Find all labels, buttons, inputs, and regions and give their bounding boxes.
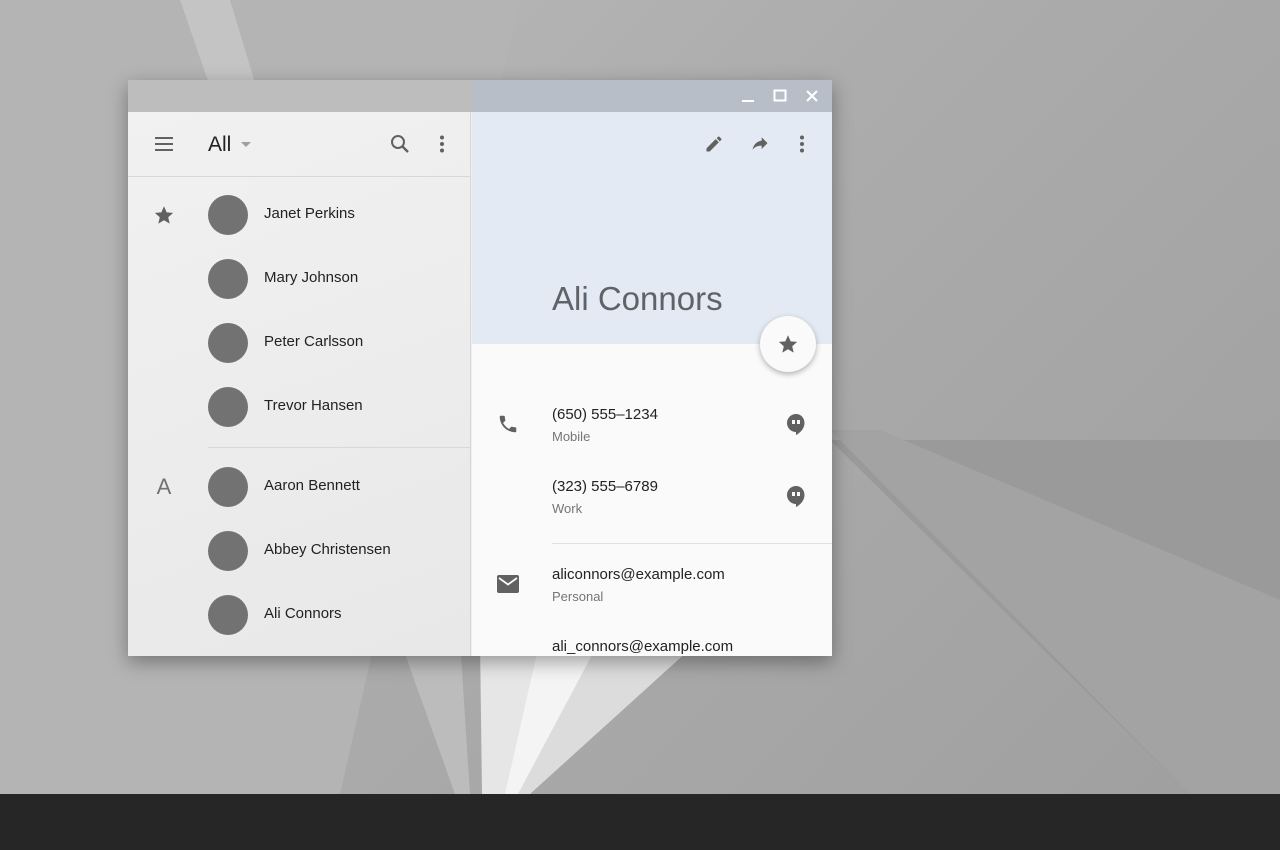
contacts-window: All Janet Perkins Mary Johnson Peter Car…	[128, 80, 832, 656]
contact-list-pane: All Janet Perkins Mary Johnson Peter Car…	[128, 112, 471, 656]
contact-row-janet-perkins[interactable]: Janet Perkins	[128, 183, 471, 247]
favorite-fab-button[interactable]	[760, 316, 816, 372]
system-shelf	[0, 794, 1280, 850]
contact-row-ali-connors[interactable]: Ali Connors	[128, 583, 471, 647]
phone-number: (323) 555–6789	[552, 478, 658, 495]
avatar	[208, 323, 248, 363]
contact-name: Peter Carlsson	[264, 333, 364, 350]
phone-type: Mobile	[552, 429, 591, 444]
edit-icon	[706, 136, 722, 152]
contact-name: Trevor Hansen	[264, 397, 363, 414]
contact-detail-pane: Ali Connors (650) 555–1234 Mobile (323) …	[472, 112, 832, 656]
close-icon	[806, 90, 818, 102]
hangouts-message-button[interactable]	[784, 484, 808, 508]
contact-name: Abbey Christensen	[264, 541, 391, 558]
detail-header: Ali Connors	[472, 112, 832, 344]
filter-label: All	[208, 133, 232, 156]
contact-name: Janet Perkins	[264, 205, 355, 222]
list-more-button[interactable]	[422, 124, 462, 164]
section-header-a: A	[152, 474, 176, 499]
contact-name: Ali Connors	[264, 605, 342, 622]
hangouts-icon	[787, 414, 805, 435]
contact-row-aaron-bennett[interactable]: A Aaron Bennett	[128, 455, 471, 519]
filter-dropdown[interactable]: All	[208, 132, 252, 158]
more-vert-icon	[800, 135, 804, 153]
email-row-personal[interactable]: aliconnors@example.com Personal	[472, 552, 832, 624]
contact-name: Aaron Bennett	[264, 477, 360, 494]
email-icon	[497, 575, 519, 593]
window-titlebar-left[interactable]	[128, 80, 472, 112]
avatar	[208, 387, 248, 427]
menu-button[interactable]	[144, 124, 184, 164]
phone-icon	[499, 415, 517, 433]
window-titlebar-right[interactable]	[472, 80, 832, 112]
hangouts-icon	[787, 486, 805, 507]
phone-row-mobile[interactable]: (650) 555–1234 Mobile	[472, 392, 832, 464]
menu-icon	[155, 137, 173, 151]
window-controls	[734, 86, 826, 106]
search-icon	[391, 135, 409, 153]
edit-button[interactable]	[694, 124, 734, 164]
minimize-button[interactable]	[734, 86, 762, 106]
avatar	[208, 531, 248, 571]
phone-type: Work	[552, 501, 583, 516]
search-button[interactable]	[380, 124, 420, 164]
contact-row-trevor-hansen[interactable]: Trevor Hansen	[128, 375, 471, 439]
section-letter: A	[156, 474, 172, 499]
share-icon	[752, 137, 768, 150]
star-icon	[778, 335, 798, 353]
maximize-icon	[773, 89, 787, 102]
email-address: aliconnors@example.com	[552, 566, 725, 583]
favorites-section	[152, 203, 176, 227]
caret-down-icon	[241, 142, 252, 147]
email-icon-wrap	[496, 572, 520, 596]
section-divider	[208, 447, 471, 448]
email-row-work[interactable]: ali_connors@example.com Work	[472, 624, 832, 656]
contact-row-mary-johnson[interactable]: Mary Johnson	[128, 247, 471, 311]
avatar	[208, 195, 248, 235]
email-type: Personal	[552, 589, 604, 604]
list-toolbar: All	[128, 112, 471, 177]
detail-divider	[552, 543, 832, 544]
detail-more-button[interactable]	[782, 124, 822, 164]
star-icon	[154, 206, 174, 224]
avatar	[208, 595, 248, 635]
maximize-button[interactable]	[766, 86, 794, 106]
contact-row-abbey-christensen[interactable]: Abbey Christensen	[128, 519, 471, 583]
hangouts-message-button[interactable]	[784, 412, 808, 436]
contact-name: Mary Johnson	[264, 269, 359, 286]
phone-icon-wrap	[496, 412, 520, 436]
share-button[interactable]	[740, 124, 780, 164]
close-button[interactable]	[798, 86, 826, 106]
avatar	[208, 259, 248, 299]
phone-number: (650) 555–1234	[552, 406, 658, 423]
email-address: ali_connors@example.com	[552, 638, 734, 655]
phone-row-work[interactable]: (323) 555–6789 Work	[472, 464, 832, 536]
contact-detail-name: Ali Connors	[552, 280, 723, 317]
more-vert-icon	[440, 135, 444, 153]
contact-row-peter-carlsson[interactable]: Peter Carlsson	[128, 311, 471, 375]
minimize-icon	[742, 100, 754, 102]
avatar	[208, 467, 248, 507]
